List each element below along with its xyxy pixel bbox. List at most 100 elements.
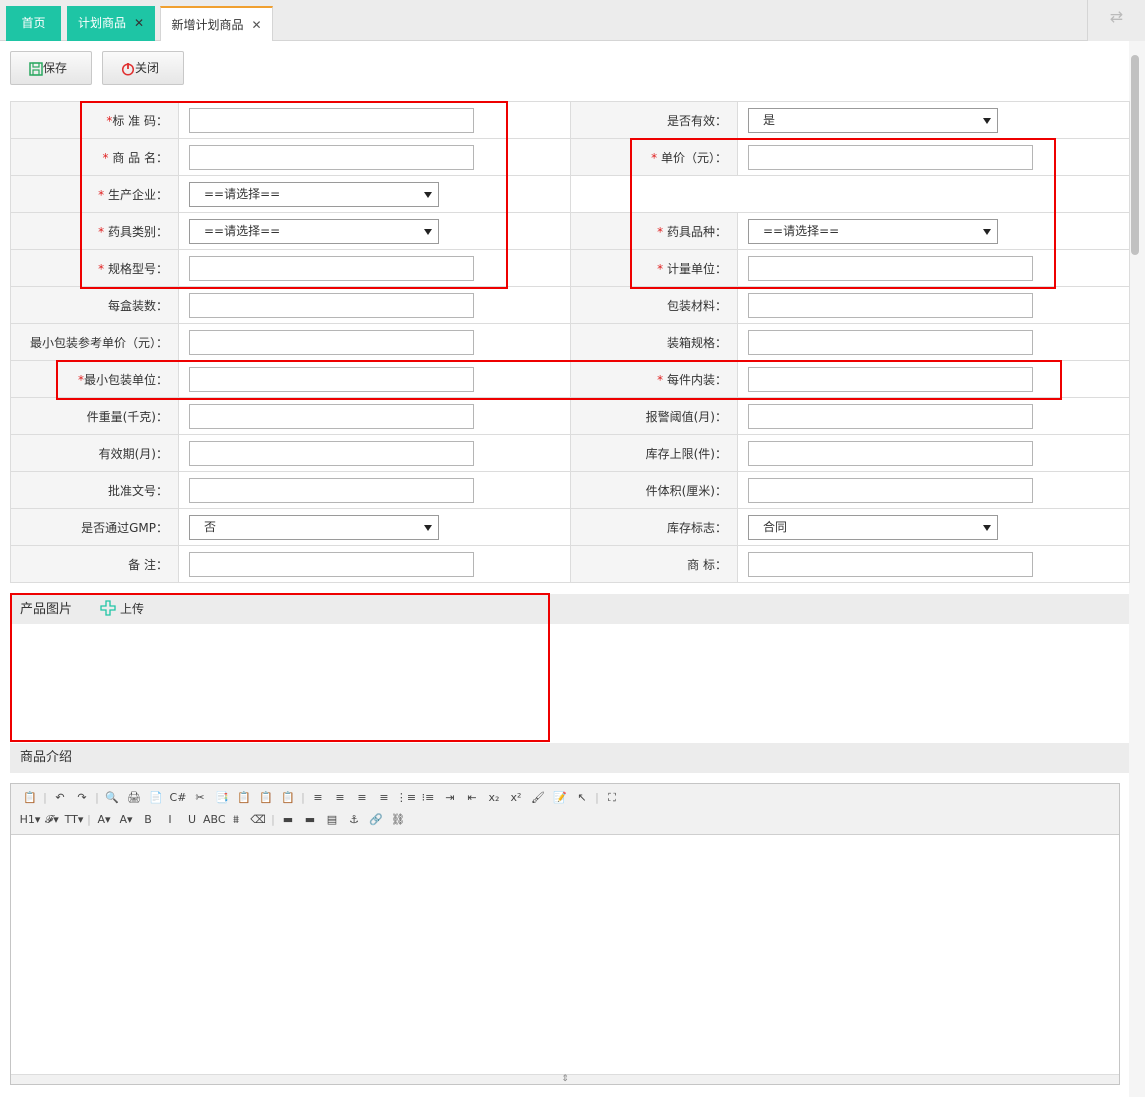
editor-row2-tool-4[interactable]: A▾ (93, 811, 115, 829)
editor-row1-tool-27[interactable]: ↖ (571, 789, 593, 807)
variety-label: * 药具品种： (570, 212, 738, 250)
category-select[interactable]: ==请选择== (189, 218, 439, 244)
editor-row2-tool-2[interactable]: TT▾ (63, 811, 85, 829)
validity-label: 有效期(月)： (10, 434, 179, 472)
editor-row1-tool-0[interactable]: 📋 (19, 789, 41, 807)
unit-price-input[interactable] (748, 144, 1033, 170)
box-spec-label: 装箱规格： (570, 323, 738, 361)
product-intro-header: 商品介绍 (10, 743, 1129, 773)
editor-row1-tool-10[interactable]: 📑 (211, 789, 233, 807)
product-name-input[interactable] (189, 144, 474, 170)
spec-input[interactable] (189, 255, 474, 281)
editor-row1-tool-26[interactable]: 📝 (549, 789, 571, 807)
editor-row2-tool-14[interactable]: ▬ (299, 811, 321, 829)
standard-code-label: *标 准 码： (10, 101, 179, 139)
stock-flag-select[interactable]: 合同 (748, 514, 998, 540)
approval-no-input[interactable] (189, 477, 474, 503)
editor-row1-tool-24[interactable]: x² (505, 789, 527, 807)
tab-plan-goods-label: 计划商品 (77, 16, 126, 30)
close-button[interactable]: 关闭 (102, 51, 184, 85)
volume-input[interactable] (748, 477, 1033, 503)
is-valid-select[interactable]: 是 (748, 107, 998, 133)
trademark-input[interactable] (748, 551, 1033, 577)
alarm-threshold-input[interactable] (748, 403, 1033, 429)
editor-row1-tool-23[interactable]: x₂ (483, 789, 505, 807)
is-valid-label: 是否有效： (570, 101, 738, 139)
editor-row2-tool-13[interactable]: ▬ (277, 811, 299, 829)
editor-row1-tool-3[interactable]: ↷ (71, 789, 93, 807)
packing-material-input[interactable] (748, 292, 1033, 318)
editor-row1-tool-5[interactable]: 🔍 (101, 789, 123, 807)
editor-row1-tool-22[interactable]: ⇤ (461, 789, 483, 807)
min-pack-price-input[interactable] (189, 329, 474, 355)
standard-code-input[interactable] (189, 107, 474, 133)
editor-row1-tool-21[interactable]: ⇥ (439, 789, 461, 807)
editor-row1-tool-12[interactable]: 📋 (255, 789, 277, 807)
approval-no-label: 批准文号： (10, 471, 179, 509)
editor-content-area[interactable] (11, 835, 1119, 1074)
toolbar-separator: | (95, 791, 99, 804)
close-icon[interactable]: ✕ (134, 16, 144, 30)
variety-select[interactable]: ==请选择== (748, 218, 998, 244)
tab-new-plan-goods[interactable]: 新增计划商品 ✕ (160, 6, 273, 41)
editor-row2-tool-8[interactable]: U (181, 811, 203, 829)
editor-row2-tool-6[interactable]: B (137, 811, 159, 829)
editor-row1-tool-11[interactable]: 📋 (233, 789, 255, 807)
save-button[interactable]: 保存 (10, 51, 92, 85)
editor-row2-tool-11[interactable]: ⌫ (247, 811, 269, 829)
remark-label: 备 注： (10, 545, 179, 583)
editor-row2-tool-10[interactable]: ⩩ (225, 811, 247, 829)
gmp-label: 是否通过GMP： (10, 508, 179, 546)
editor-row1-tool-16[interactable]: ≡ (329, 789, 351, 807)
validity-input[interactable] (189, 440, 474, 466)
editor-row1-tool-6[interactable]: 🖨 (123, 789, 145, 807)
measure-unit-input[interactable] (748, 255, 1033, 281)
refresh-icon[interactable]: ⇄ (1087, 0, 1145, 41)
toolbar-separator: | (595, 791, 599, 804)
editor-row2-tool-15[interactable]: ▤ (321, 811, 343, 829)
editor-row1-tool-17[interactable]: ≡ (351, 789, 373, 807)
weight-input[interactable] (189, 403, 474, 429)
per-box-label: 每盒装数： (10, 286, 179, 324)
box-spec-input[interactable] (748, 329, 1033, 355)
unit-price-label: * 单价（元）： (570, 138, 738, 176)
editor-row1-tool-8[interactable]: C# (167, 789, 189, 807)
editor-row2-tool-1[interactable]: 𝓕▾ (41, 811, 63, 829)
editor-row1-tool-29[interactable]: ⛶ (601, 789, 623, 807)
min-pack-price-label: 最小包装参考单价（元）： (10, 323, 179, 361)
editor-row2-tool-9[interactable]: ABC (203, 811, 226, 829)
editor-row1-tool-19[interactable]: ⋮≡ (395, 789, 417, 807)
inner-pack-input[interactable] (748, 366, 1033, 392)
tab-home[interactable]: 首页 (6, 6, 61, 41)
manufacturer-select[interactable]: ==请选择== (189, 181, 439, 207)
editor-row2-tool-5[interactable]: A▾ (115, 811, 137, 829)
editor-row1-tool-15[interactable]: ≡ (307, 789, 329, 807)
min-pack-unit-input[interactable] (189, 366, 474, 392)
editor-row2-tool-18[interactable]: ⛓ (387, 811, 409, 829)
tab-plan-goods[interactable]: 计划商品 ✕ (67, 6, 155, 41)
upload-button[interactable]: 上传 (100, 600, 144, 616)
inner-pack-label: * 每件内装： (570, 360, 738, 398)
manufacturer-label: * 生产企业： (10, 175, 179, 213)
gmp-select[interactable]: 否 (189, 514, 439, 540)
stock-limit-input[interactable] (748, 440, 1033, 466)
editor-row1-tool-18[interactable]: ≡ (373, 789, 395, 807)
editor-row2-tool-0[interactable]: H1▾ (19, 811, 41, 829)
per-box-input[interactable] (189, 292, 474, 318)
editor-row1-tool-7[interactable]: 📄 (145, 789, 167, 807)
editor-resize-handle[interactable]: ⇕ (11, 1074, 1119, 1084)
remark-input[interactable] (189, 551, 474, 577)
editor-row2-tool-7[interactable]: I (159, 811, 181, 829)
editor-row2-tool-17[interactable]: 🔗 (365, 811, 387, 829)
editor-row1-tool-13[interactable]: 📋 (277, 789, 299, 807)
stock-flag-label: 库存标志： (570, 508, 738, 546)
editor-row1-tool-25[interactable]: 🖌 (527, 789, 549, 807)
scrollbar-thumb[interactable] (1131, 55, 1139, 255)
editor-row2-tool-16[interactable]: ⚓ (343, 811, 365, 829)
editor-row1-tool-9[interactable]: ✂ (189, 789, 211, 807)
editor-row1-tool-20[interactable]: ⁝≡ (417, 789, 439, 807)
editor-row1-tool-2[interactable]: ↶ (49, 789, 71, 807)
volume-label: 件体积(厘米)： (570, 471, 738, 509)
editor-toolbar-row-2: H1▾ 𝓕▾ TT▾ | A▾ A▾ B I U ABC ⩩ ⌫ | ▬ ▬ ▤ ⚓ 🔗 ⛓ (19, 810, 409, 830)
close-icon[interactable]: ✕ (251, 18, 261, 32)
